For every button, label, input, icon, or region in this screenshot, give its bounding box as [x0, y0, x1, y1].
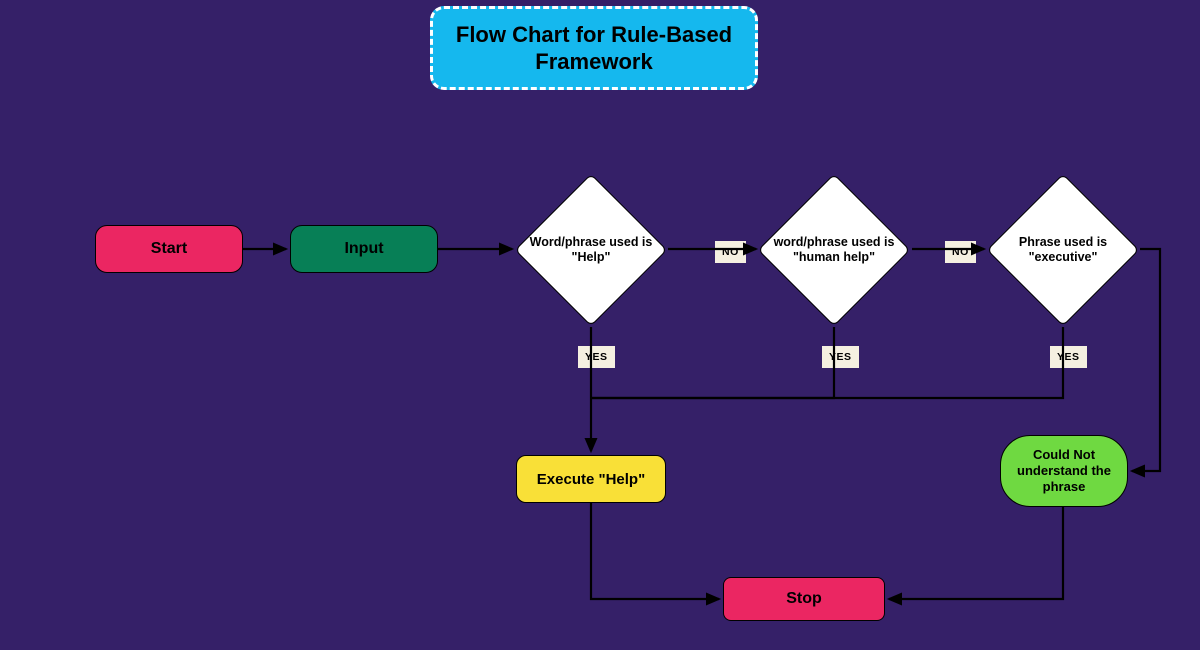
label-yes-2: YES [822, 346, 859, 368]
connectors [0, 0, 1200, 650]
label-yes-3: YES [1050, 346, 1087, 368]
title: Flow Chart for Rule-Based Framework [430, 6, 758, 90]
label-yes-1: YES [578, 346, 615, 368]
decision-executive: Phrase used is"executive" [988, 175, 1138, 325]
execute-node: Execute "Help" [516, 455, 666, 503]
input-node: Input [290, 225, 438, 273]
label-no-1: NO [715, 241, 746, 263]
decision-human-help: word/phrase used is"human help" [759, 175, 909, 325]
start-node: Start [95, 225, 243, 273]
label-no-2: NO [945, 241, 976, 263]
decision-help: Word/phrase used is"Help" [516, 175, 666, 325]
could-not-node: Could Not understand the phrase [1000, 435, 1128, 507]
stop-node: Stop [723, 577, 885, 621]
